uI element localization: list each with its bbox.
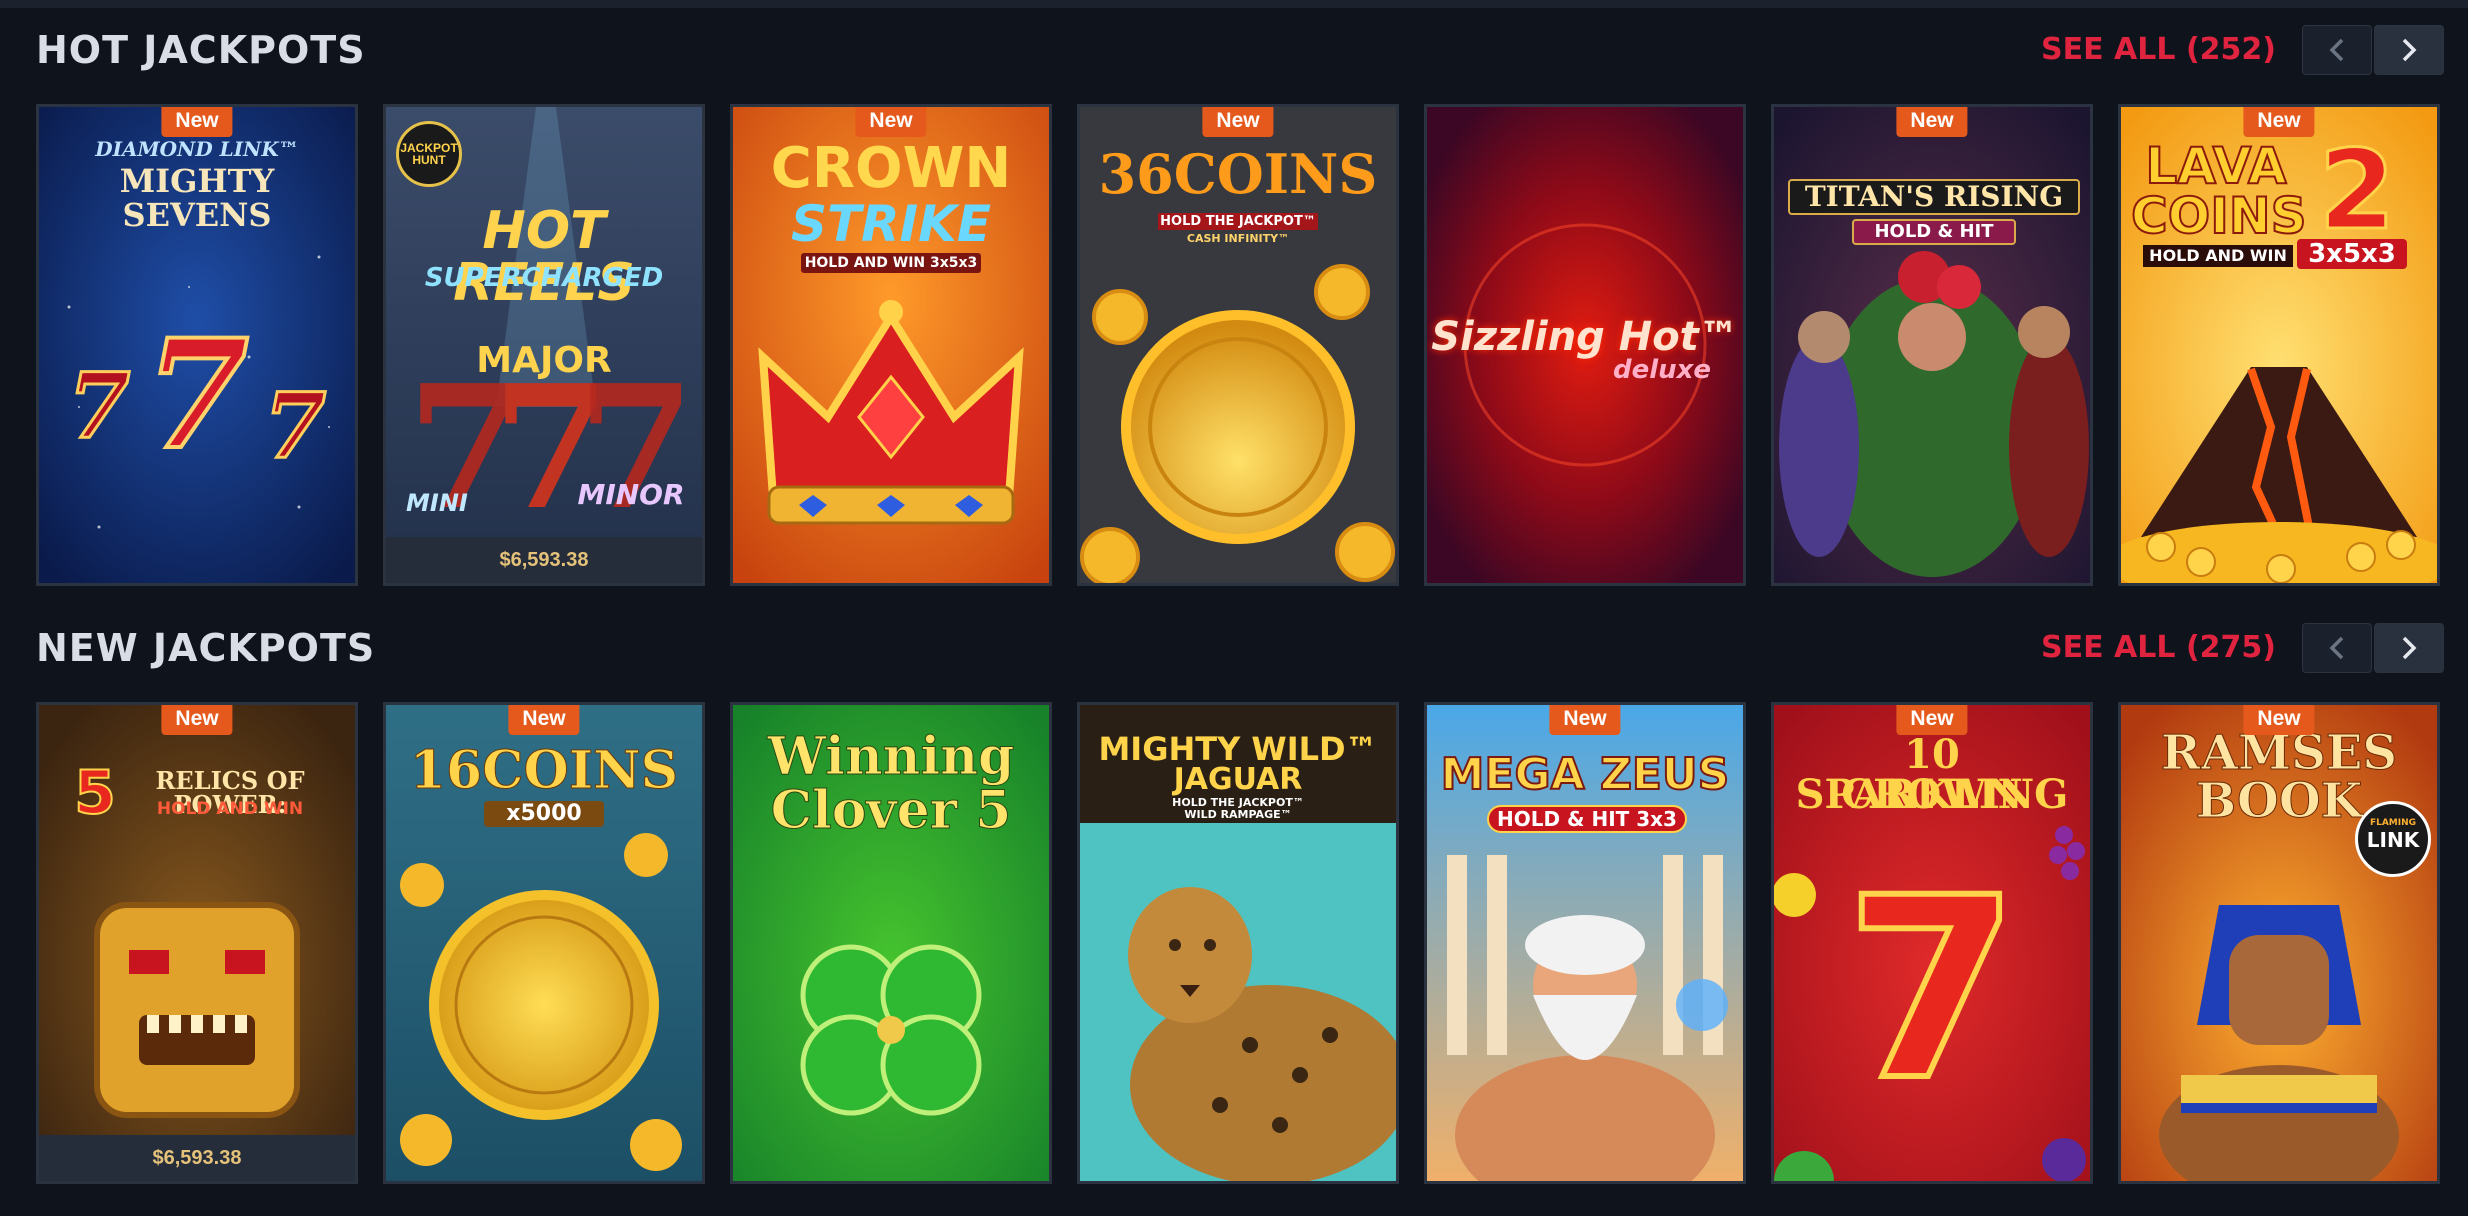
game-title-line: 2: [2317, 126, 2397, 254]
game-title-line: Winning: [767, 726, 1015, 787]
section-title: HOT JACKPOTS: [36, 28, 366, 72]
game-card-sizzling-hot[interactable]: Sizzling Hot™ deluxe: [1424, 104, 1746, 586]
game-card-mega-zeus[interactable]: New MEGA ZEUS HOLD & HIT 3x3: [1424, 702, 1746, 1184]
svg-text:7: 7: [264, 373, 327, 479]
game-title-line: COINS: [2130, 187, 2308, 245]
game-title-line: SEVENS: [122, 196, 272, 234]
new-badge: New: [161, 107, 233, 137]
game-title-line: 3x5x3: [2297, 239, 2407, 269]
game-card-ramses-book[interactable]: New RAMSES BOOK FLAMING LINK: [2118, 702, 2440, 1184]
game-card-crown-strike[interactable]: New CROWN STRIKE HOLD AND WIN 3x5x3: [730, 104, 1052, 586]
game-card-mighty-wild-jaguar[interactable]: MIGHTY WILD™ JAGUAR HOLD THE JACKPOT™ WI…: [1077, 702, 1399, 1184]
jackpot-amount: $6,593.38: [39, 1135, 355, 1181]
game-grid: 7 7 7 New DIAMOND LINK™ MIGHTY SEVENS 7 …: [36, 104, 2440, 594]
game-card-16-coins[interactable]: New 16COINS x5000: [383, 702, 705, 1184]
game-title-line: CROWN: [1841, 771, 2023, 818]
chevron-right-icon: [2402, 636, 2417, 660]
flaming-link-badge: FLAMING LINK: [2355, 801, 2431, 877]
jackpot-amount: $6,593.38: [386, 537, 702, 583]
jackpot-tier-label: MAJOR: [476, 340, 612, 381]
next-button[interactable]: [2374, 25, 2444, 75]
jackpot-tier-label: MINOR: [577, 478, 685, 511]
game-title-line: HOLD & HIT 3x3: [1487, 805, 1687, 833]
game-card-36-coins[interactable]: New 36COINS HOLD THE JACKPOT™ CASH INFIN…: [1077, 104, 1399, 586]
game-title-line: MIGHTY WILD™: [1098, 730, 1378, 768]
new-badge: New: [1202, 107, 1274, 137]
new-badge: New: [161, 705, 233, 735]
game-title-line: STRIKE: [790, 195, 992, 253]
chevron-left-icon: [2329, 38, 2344, 62]
game-title-line: TITAN'S RISING: [1788, 179, 2080, 215]
new-badge: New: [1549, 705, 1621, 735]
game-title-line: deluxe: [1612, 355, 1712, 385]
badge-line: LINK: [2366, 828, 2420, 852]
game-title-line: HOLD AND WIN: [2143, 245, 2293, 267]
new-badge: New: [2243, 107, 2315, 137]
game-title-line: HOLD THE JACKPOT™: [1158, 213, 1318, 230]
chevron-left-icon: [2329, 636, 2344, 660]
game-card-relics-of-power[interactable]: New 5 RELICS OF POWER: HOLD AND WIN $6,5…: [36, 702, 358, 1184]
game-title-line: 36COINS: [1098, 142, 1378, 206]
new-badge: New: [2243, 705, 2315, 735]
game-card-mighty-sevens[interactable]: 7 7 7 New DIAMOND LINK™ MIGHTY SEVENS: [36, 104, 358, 586]
jackpot-tier-label: MINI: [406, 489, 468, 517]
game-grid: New 5 RELICS OF POWER: HOLD AND WIN $6,5…: [36, 702, 2440, 1192]
carousel-nav: [2302, 25, 2444, 75]
new-badge: New: [508, 705, 580, 735]
game-title-line: CASH INFINITY™: [1186, 232, 1290, 245]
game-card-winning-clover-5[interactable]: Winning Clover 5: [730, 702, 1052, 1184]
see-all-link[interactable]: SEE ALL (275): [2041, 630, 2276, 665]
section-title: NEW JACKPOTS: [36, 626, 376, 670]
game-title-line: HOLD & HIT: [1852, 219, 2016, 245]
top-divider: [0, 0, 2468, 8]
see-all-link[interactable]: SEE ALL (252): [2041, 32, 2276, 67]
game-title-line: MIGHTY: [119, 162, 275, 200]
badge-line: FLAMING: [2369, 818, 2417, 828]
game-title-line: MEGA ZEUS: [1440, 749, 1731, 800]
section-header: HOT JACKPOTS SEE ALL (252): [0, 8, 2468, 96]
svg-text:7: 7: [68, 353, 131, 459]
game-title-line: WILD RAMPAGE™: [1184, 808, 1292, 821]
game-title-line: HOLD AND WIN: [156, 799, 304, 819]
carousel-nav: [2302, 623, 2444, 673]
game-title-line: CROWN: [770, 136, 1012, 201]
game-card-lava-coins-2[interactable]: New LAVA COINS 2 HOLD AND WIN 3x5x3: [2118, 104, 2440, 586]
game-card-10-sparkling-crown[interactable]: New 10 SPARKLING CROWN 7: [1771, 702, 2093, 1184]
game-card-titans-rising[interactable]: New TITAN'S RISING HOLD & HIT: [1771, 104, 2093, 586]
section-header: NEW JACKPOTS SEE ALL (275): [0, 606, 2468, 694]
game-title-line: LAVA: [2144, 137, 2287, 195]
game-card-hot-reels[interactable]: 7 7 7 JACKPOT HUNT HOT REELS SUPERCHARGE…: [383, 104, 705, 586]
svg-text:7: 7: [145, 307, 249, 483]
game-title-line: DIAMOND LINK™: [95, 137, 299, 161]
new-badge: New: [855, 107, 927, 137]
prev-button[interactable]: [2302, 623, 2372, 673]
game-title-line: RAMSES: [2160, 725, 2398, 781]
game-title-line: HOLD THE JACKPOT™: [1172, 796, 1304, 809]
chevron-right-icon: [2402, 38, 2417, 62]
jackpot-hunt-logo: JACKPOT HUNT: [396, 121, 462, 187]
game-title-line: SUPERCHARGED: [424, 263, 664, 293]
game-title-line: x5000: [484, 801, 604, 827]
next-button[interactable]: [2374, 623, 2444, 673]
logo-text: JACKPOT HUNT: [400, 141, 458, 167]
new-badge: New: [1896, 705, 1968, 735]
prev-button[interactable]: [2302, 25, 2372, 75]
new-badge: New: [1896, 107, 1968, 137]
game-title-line: HOT REELS: [453, 201, 635, 313]
game-title-line: JAGUAR: [1173, 762, 1303, 797]
game-title-line: HOLD AND WIN 3x5x3: [801, 253, 981, 273]
game-title-line: 7: [1842, 844, 2022, 1135]
game-title-line: Sizzling Hot™: [1431, 314, 1739, 360]
game-title-line: Clover 5: [770, 780, 1012, 841]
game-title-line: 16COINS: [409, 740, 679, 801]
